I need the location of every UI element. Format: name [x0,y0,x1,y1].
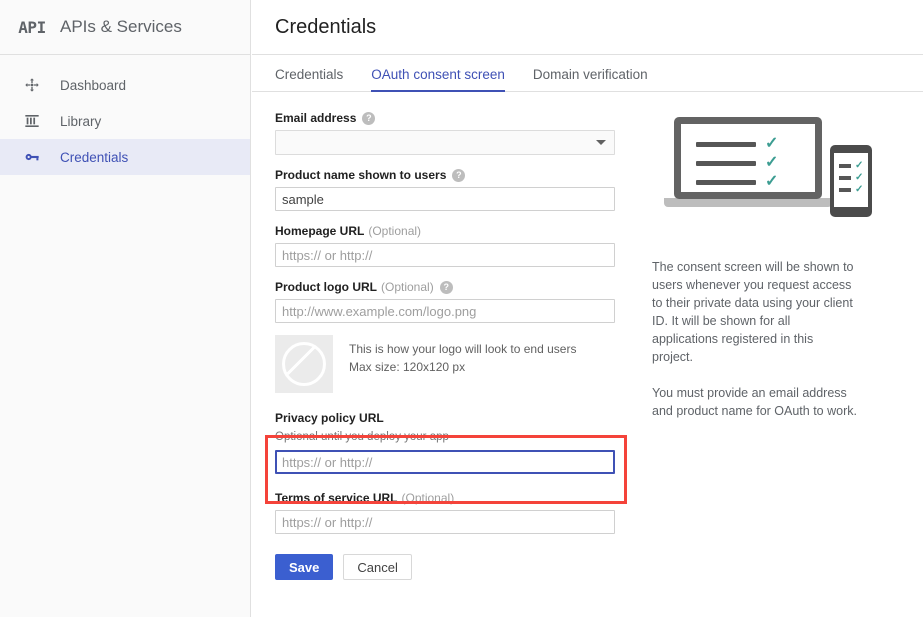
product-name-input[interactable] [275,187,615,211]
label-text: Product name shown to users [275,168,447,182]
logo-preview-text: This is how your logo will look to end u… [349,335,576,376]
help-icon[interactable]: ? [452,168,466,182]
privacy-policy-url-input[interactable] [275,450,615,474]
no-entry-icon [282,342,326,386]
homepage-url-label: Homepage URL (Optional) [275,224,615,238]
sidebar-item-label: Credentials [60,149,129,165]
consent-screen-illustration: ✓ ✓ ✓ ✓ ✓ ✓ [664,111,879,217]
checkmark-icon: ✓ [855,160,864,171]
field-homepage-url: Homepage URL (Optional) [275,224,615,267]
email-address-select-wrap [275,130,615,155]
privacy-policy-url-label: Privacy policy URL [275,411,615,425]
main-content: Credentials Credentials OAuth consent sc… [252,0,923,617]
label-text: Homepage URL [275,224,365,238]
app-title: APIs & Services [60,17,182,36]
sidebar-nav: Dashboard Library Credentials [0,55,250,175]
laptop-checklist: ✓ ✓ ✓ [696,135,804,196]
field-email-address: Email address ? [275,111,615,155]
checkmark-icon: ✓ [765,173,779,190]
checkmark-icon: ✓ [765,135,779,152]
content-area: Email address ? Product name shown to us… [252,92,923,580]
label-text: Product logo URL [275,280,377,294]
tab-domain-verification[interactable]: Domain verification [533,67,648,91]
label-text: Email address [275,111,357,125]
list-bar [696,179,756,185]
info-paragraph-2: You must provide an email address and pr… [652,386,857,418]
product-logo-url-input[interactable] [275,299,615,323]
label-text: Terms of service URL [275,491,398,505]
checklist-row: ✓ [696,173,804,190]
cancel-button[interactable]: Cancel [343,554,412,580]
field-product-name: Product name shown to users ? [275,168,615,211]
list-bar [839,176,851,180]
info-rail: ✓ ✓ ✓ ✓ ✓ ✓ The consent screen will be s… [652,111,910,438]
list-bar [696,160,756,166]
phone-icon: ✓ ✓ ✓ [830,145,872,217]
laptop-base [664,198,832,207]
list-bar [696,141,756,147]
help-icon[interactable]: ? [362,111,376,125]
terms-of-service-url-label: Terms of service URL (Optional) [275,491,615,505]
logo-preview-line-2: Max size: 120x120 px [349,360,466,374]
optional-text: (Optional) [401,491,455,505]
sidebar-item-library[interactable]: Library [0,103,250,139]
field-terms-of-service-url: Terms of service URL (Optional) [275,491,615,534]
sidebar-item-credentials[interactable]: Credentials [0,139,250,175]
logo-preview-line-1: This is how your logo will look to end u… [349,342,577,356]
help-icon[interactable]: ? [439,280,453,294]
field-privacy-policy-url: Privacy policy URL Optional until you de… [275,411,615,474]
product-logo-url-label: Product logo URL (Optional) ? [275,280,615,294]
checklist-row: ✓ [839,184,864,195]
checklist-row: ✓ [696,135,804,152]
form-actions: Save Cancel [275,554,615,580]
optional-text: (Optional) [368,224,422,238]
api-logo: API [18,17,46,37]
checkmark-icon: ✓ [855,184,864,195]
homepage-url-input[interactable] [275,243,615,267]
info-paragraph-1: The consent screen will be shown to user… [652,260,854,364]
sidebar: API APIs & Services Dashboard Library Cr… [0,0,251,617]
checkmark-icon: ✓ [855,172,864,183]
product-name-label: Product name shown to users ? [275,168,615,182]
checkmark-icon: ✓ [765,154,779,171]
page-header: Credentials [252,0,923,55]
privacy-policy-url-sublabel: Optional until you deploy your app [275,431,449,443]
page-title: Credentials [275,15,377,38]
dashboard-move-icon [12,77,52,93]
oauth-consent-form: Email address ? Product name shown to us… [275,111,615,580]
checklist-row: ✓ [839,172,864,183]
checklist-row: ✓ [696,154,804,171]
logo-preview-box [275,335,333,393]
optional-text: (Optional) [381,280,434,294]
tab-bar: Credentials OAuth consent screen Domain … [252,55,923,92]
info-text: The consent screen will be shown to user… [652,258,857,420]
checklist-row: ✓ [839,160,864,171]
list-bar [839,188,851,192]
key-icon [12,149,52,165]
logo-preview: This is how your logo will look to end u… [275,335,615,393]
field-product-logo-url: Product logo URL (Optional) ? This is ho… [275,280,615,393]
sidebar-header: API APIs & Services [0,0,250,55]
tab-oauth-consent-screen[interactable]: OAuth consent screen [371,67,505,92]
sidebar-item-label: Library [60,113,102,129]
list-bar [839,164,851,168]
email-address-label: Email address ? [275,111,615,125]
terms-of-service-url-input[interactable] [275,510,615,534]
tab-credentials[interactable]: Credentials [275,67,343,91]
label-text: Privacy policy URL [275,411,384,425]
credentials-page: API APIs & Services Dashboard Library Cr… [0,0,923,617]
email-address-select[interactable] [275,130,615,155]
sidebar-item-dashboard[interactable]: Dashboard [0,67,250,103]
save-button[interactable]: Save [275,554,334,580]
phone-checklist: ✓ ✓ ✓ [839,160,864,199]
sidebar-item-label: Dashboard [60,77,127,93]
library-icon [12,113,52,129]
